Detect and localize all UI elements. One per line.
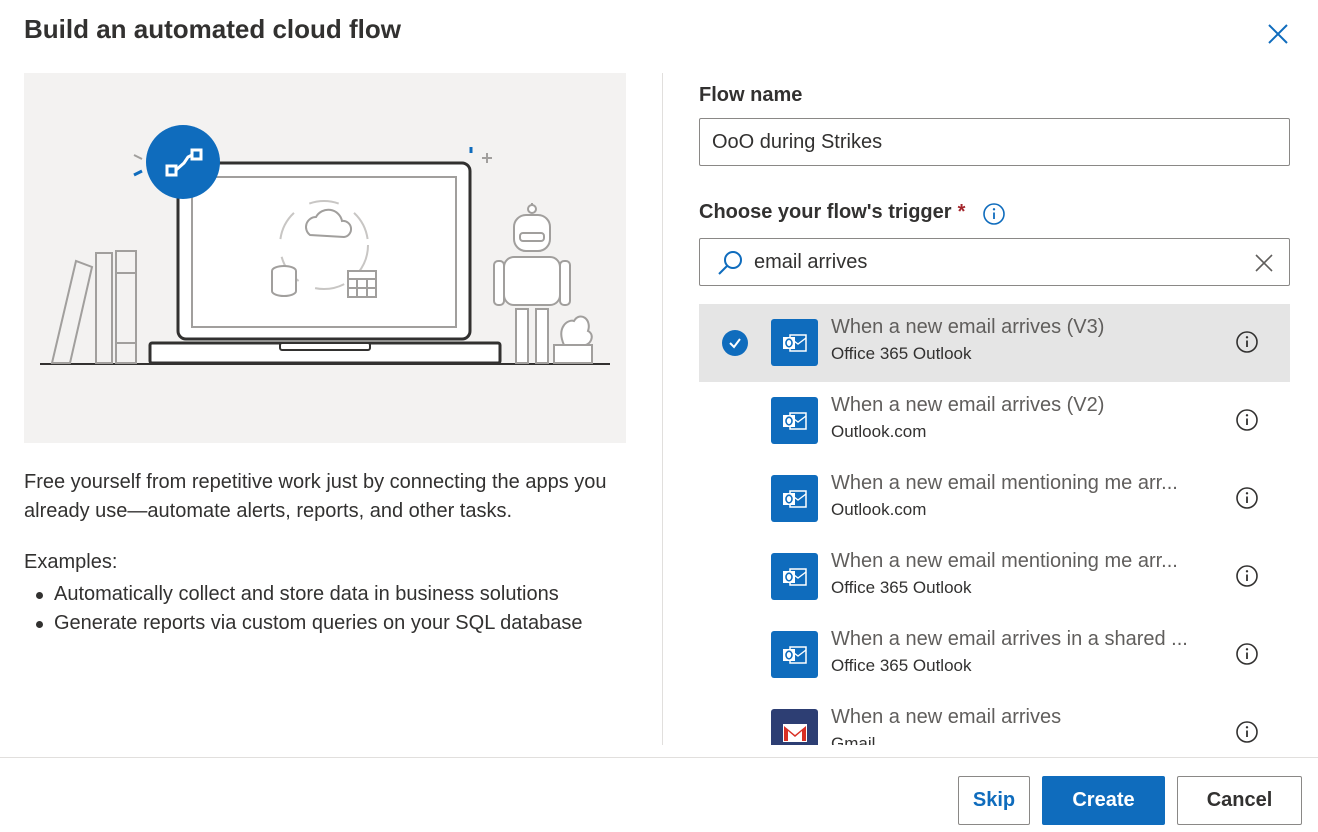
robot-illustration	[493, 203, 571, 364]
calendar-icon	[347, 270, 377, 298]
cancel-button[interactable]: Cancel	[1177, 776, 1302, 825]
trigger-connector: Outlook.com	[831, 500, 927, 519]
trigger-search-input[interactable]	[754, 247, 1234, 277]
trigger-name: When a new email arrives	[831, 706, 1062, 728]
vertical-divider	[662, 73, 663, 745]
gmail-icon	[771, 709, 818, 745]
trigger-list: When a new email arrives (V3) Office 365…	[699, 304, 1290, 745]
trigger-item[interactable]: When a new email mentioning me arr... Ou…	[699, 460, 1290, 538]
info-icon[interactable]	[1235, 408, 1259, 432]
trigger-connector: Office 365 Outlook	[831, 578, 972, 597]
books-illustration	[50, 250, 137, 364]
examples-list: Automatically collect and store data in …	[24, 580, 582, 638]
clear-search-icon[interactable]	[1252, 251, 1276, 275]
examples-title: Examples:	[24, 551, 118, 573]
outlook-icon	[771, 631, 818, 678]
plant-illustration	[553, 315, 593, 364]
outlook-icon	[771, 553, 818, 600]
info-icon[interactable]	[1235, 564, 1259, 588]
trigger-item[interactable]: When a new email arrives Gmail	[699, 694, 1290, 745]
database-icon	[271, 265, 297, 297]
trigger-connector: Outlook.com	[831, 422, 927, 441]
info-icon[interactable]	[1235, 720, 1259, 744]
checkmark-icon	[722, 330, 748, 356]
trigger-name: When a new email arrives (V2)	[831, 394, 1105, 416]
trigger-connector: Office 365 Outlook	[831, 656, 972, 675]
trigger-name: When a new email arrives in a shared ...	[831, 628, 1188, 650]
trigger-label: Choose your flow's trigger *	[699, 201, 965, 224]
trigger-name: When a new email mentioning me arr...	[831, 550, 1178, 572]
skip-button[interactable]: Skip	[958, 776, 1030, 825]
hero-illustration	[24, 73, 626, 443]
info-icon[interactable]	[1235, 486, 1259, 510]
laptop-illustration	[40, 125, 610, 365]
description-text: Free yourself from repetitive work just …	[24, 471, 607, 522]
dialog-title: Build an automated cloud flow	[24, 14, 401, 44]
example-item: Automatically collect and store data in …	[24, 580, 582, 609]
trigger-item[interactable]: When a new email mentioning me arr... Of…	[699, 538, 1290, 616]
trigger-name: When a new email arrives (V3)	[831, 316, 1105, 338]
required-mark: *	[957, 201, 966, 223]
info-icon[interactable]	[1235, 642, 1259, 666]
footer-divider	[0, 757, 1318, 758]
info-icon[interactable]	[982, 202, 1006, 226]
close-button[interactable]	[1262, 18, 1294, 50]
trigger-name: When a new email mentioning me arr...	[831, 472, 1178, 494]
search-icon	[718, 251, 742, 275]
trigger-connector: Office 365 Outlook	[831, 344, 972, 363]
outlook-icon	[771, 319, 818, 366]
info-icon[interactable]	[1235, 330, 1259, 354]
outlook-icon	[771, 397, 818, 444]
trigger-connector: Gmail	[831, 734, 876, 745]
example-item: Generate reports via custom queries on y…	[24, 609, 582, 638]
trigger-label-text: Choose your flow's trigger	[699, 201, 952, 223]
close-icon	[1268, 24, 1288, 44]
flow-name-label: Flow name	[699, 84, 803, 106]
trigger-item[interactable]: When a new email arrives (V3) Office 365…	[699, 304, 1290, 382]
trigger-item[interactable]: When a new email arrives in a shared ...…	[699, 616, 1290, 694]
flow-name-input[interactable]	[699, 118, 1290, 166]
trigger-search-box	[699, 238, 1290, 286]
outlook-icon	[771, 475, 818, 522]
create-button[interactable]: Create	[1042, 776, 1165, 825]
trigger-item[interactable]: When a new email arrives (V2) Outlook.co…	[699, 382, 1290, 460]
